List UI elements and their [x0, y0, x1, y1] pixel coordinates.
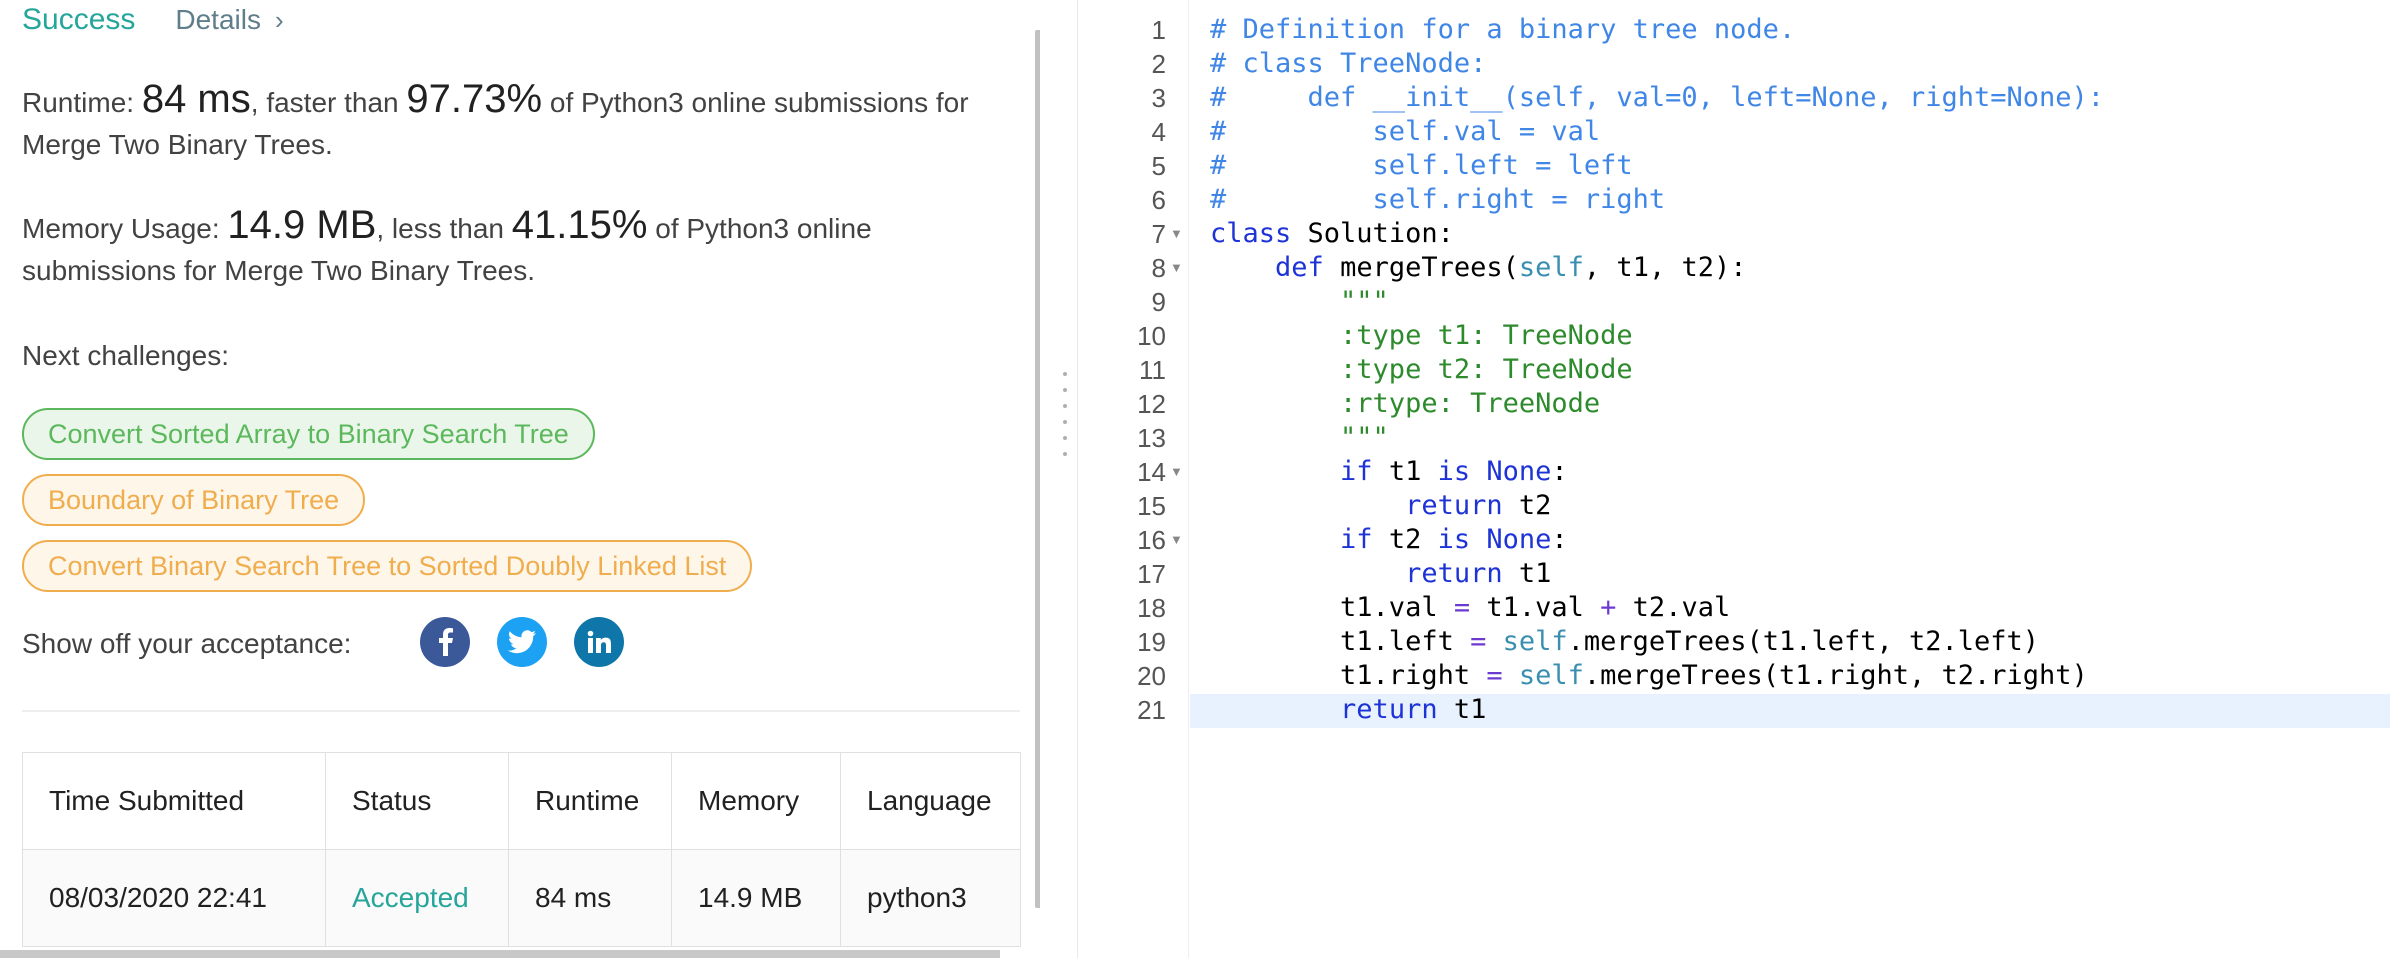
result-status: Success: [22, 3, 136, 36]
line-number: 18: [1137, 593, 1166, 623]
vertical-scrollbar[interactable]: [1035, 30, 1040, 908]
line-number: 12: [1137, 389, 1166, 419]
code-line[interactable]: def mergeTrees(self, t1, t2):: [1210, 251, 1746, 285]
result-header: Success Details ›: [22, 0, 284, 40]
runtime-label: Runtime:: [22, 87, 135, 118]
chevron-right-icon[interactable]: ›: [275, 5, 284, 36]
share-label: Show off your acceptance:: [22, 628, 352, 659]
code-line[interactable]: t1.right = self.mergeTrees(t1.right, t2.…: [1210, 659, 2088, 693]
fold-arrow-icon[interactable]: ▼: [1170, 455, 1183, 489]
code-line[interactable]: :rtype: TreeNode: [1210, 387, 1600, 421]
line-number: 9: [1151, 287, 1166, 317]
code-line[interactable]: # def __init__(self, val=0, left=None, r…: [1210, 81, 2104, 115]
next-challenges-label: Next challenges:: [22, 340, 230, 371]
line-number: 14: [1137, 457, 1166, 487]
code-line[interactable]: # self.right = right: [1210, 183, 1665, 217]
cell-language: python3: [840, 849, 1021, 947]
code-line[interactable]: return t1: [1210, 693, 1486, 727]
memory-mid: , less than: [376, 213, 505, 244]
grip-dot: [1063, 404, 1067, 408]
line-number: 1: [1151, 15, 1166, 45]
code-line[interactable]: # Definition for a binary tree node.: [1210, 13, 1795, 47]
submission-result-panel: Success Details › Runtime: 84 ms, faster…: [0, 0, 1040, 958]
column-header: Time Submitted: [22, 752, 326, 850]
grip-dot: [1063, 372, 1067, 376]
line-number: 4: [1151, 117, 1166, 147]
column-header: Runtime: [508, 752, 672, 850]
grip-dot: [1063, 436, 1067, 440]
line-number: 6: [1151, 185, 1166, 215]
column-header: Status: [325, 752, 509, 850]
linkedin-icon[interactable]: [574, 617, 624, 667]
fold-arrow-icon[interactable]: ▼: [1170, 523, 1183, 557]
memory-percentile: 41.15%: [511, 203, 648, 247]
line-number: 17: [1137, 559, 1166, 589]
table-header-row: Time Submitted Status Runtime Memory Lan…: [22, 752, 1021, 850]
code-line[interactable]: class Solution:: [1210, 217, 1454, 251]
line-number: 10: [1137, 321, 1166, 351]
column-header: Language: [840, 752, 1021, 850]
cell-time-submitted: 08/03/2020 22:41: [22, 849, 326, 947]
fold-arrow-icon[interactable]: ▼: [1170, 217, 1183, 251]
code-line[interactable]: :type t2: TreeNode: [1210, 353, 1633, 387]
code-line[interactable]: :type t1: TreeNode: [1210, 319, 1633, 353]
line-number: 16: [1137, 525, 1166, 555]
code-line[interactable]: if t1 is None:: [1210, 455, 1568, 489]
facebook-icon[interactable]: [420, 617, 470, 667]
column-header: Memory: [671, 752, 841, 850]
line-number: 21: [1137, 695, 1166, 725]
pane-resize-handle[interactable]: [1053, 0, 1078, 958]
runtime-value: 84 ms: [141, 77, 251, 121]
code-line[interactable]: """: [1210, 285, 1389, 319]
runtime-mid: , faster than: [250, 87, 399, 118]
horizontal-scrollbar[interactable]: [0, 950, 1000, 958]
code-line[interactable]: # class TreeNode:: [1210, 47, 1486, 81]
submissions-table: Time Submitted Status Runtime Memory Lan…: [22, 752, 1021, 947]
line-number: 2: [1151, 49, 1166, 79]
code-line[interactable]: """: [1210, 421, 1389, 455]
challenge-chip[interactable]: Boundary of Binary Tree: [22, 474, 366, 526]
code-line[interactable]: # self.val = val: [1210, 115, 1600, 149]
cell-runtime: 84 ms: [508, 849, 672, 947]
code-line[interactable]: # self.left = left: [1210, 149, 1633, 183]
code-line[interactable]: return t2: [1210, 489, 1551, 523]
line-number: 3: [1151, 83, 1166, 113]
grip-dot: [1063, 388, 1067, 392]
code-line[interactable]: t1.val = t1.val + t2.val: [1210, 591, 1730, 625]
line-number: 11: [1139, 355, 1166, 385]
memory-summary: Memory Usage: 14.9 MB, less than 41.15% …: [22, 204, 1022, 292]
line-number: 20: [1137, 661, 1166, 691]
divider: [22, 710, 1020, 712]
line-number-gutter: 1 2 3 4 5 6 7 ▼ 8 ▼ 9 10 11 12 13 14 ▼ 15 16 ▼ 17 18 19 20 21: [1078, 0, 1189, 958]
code-line[interactable]: t1.left = self.mergeTrees(t1.left, t2.le…: [1210, 625, 2039, 659]
memory-value: 14.9 MB: [227, 203, 377, 247]
code-line[interactable]: if t2 is None:: [1210, 523, 1568, 557]
grip-dot: [1063, 420, 1067, 424]
line-number: 13: [1137, 423, 1166, 453]
line-number: 19: [1137, 627, 1166, 657]
grip-dot: [1063, 452, 1067, 456]
details-link[interactable]: Details: [175, 4, 261, 36]
challenge-chip[interactable]: Convert Sorted Array to Binary Search Tr…: [22, 408, 595, 460]
line-number: 8: [1151, 253, 1166, 283]
runtime-summary: Runtime: 84 ms, faster than 97.73% of Py…: [22, 78, 1022, 166]
twitter-icon[interactable]: [497, 617, 547, 667]
runtime-percentile: 97.73%: [406, 77, 543, 121]
cell-memory: 14.9 MB: [671, 849, 841, 947]
line-number: 7: [1151, 219, 1166, 249]
line-number: 5: [1151, 151, 1166, 181]
code-line[interactable]: return t1: [1210, 557, 1551, 591]
fold-arrow-icon[interactable]: ▼: [1170, 251, 1183, 285]
table-row[interactable]: 08/03/2020 22:41 Accepted 84 ms 14.9 MB …: [22, 849, 1021, 947]
code-editor[interactable]: 1 2 3 4 5 6 7 ▼ 8 ▼ 9 10 11 12 13 14 ▼ 15 16 ▼ 17 18 19 20 21 # …: [1078, 0, 2390, 958]
cell-status-link[interactable]: Accepted: [325, 849, 509, 947]
memory-label: Memory Usage:: [22, 213, 220, 244]
challenge-chip[interactable]: Convert Binary Search Tree to Sorted Dou…: [22, 540, 753, 592]
line-number: 15: [1137, 491, 1166, 521]
